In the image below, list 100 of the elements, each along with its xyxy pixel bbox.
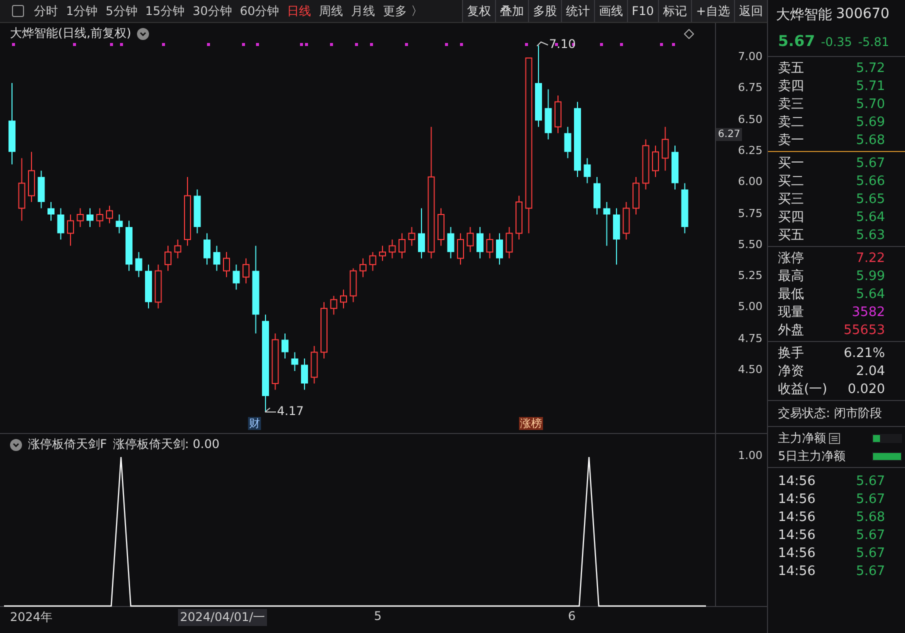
trade-time: 14:56 bbox=[778, 546, 816, 560]
candlestick bbox=[310, 345, 318, 384]
order-price: 5.68 bbox=[856, 132, 885, 148]
toolbar-button[interactable]: 多股 bbox=[528, 0, 561, 22]
candlestick bbox=[126, 220, 132, 272]
toolbar-button[interactable]: 标记 bbox=[658, 0, 691, 22]
period-tab[interactable]: 30分钟 bbox=[188, 1, 236, 21]
stat-value: 5.64 bbox=[856, 286, 885, 302]
candlestick bbox=[564, 126, 572, 159]
candlestick bbox=[116, 214, 123, 234]
period-tab[interactable]: 1分钟 bbox=[62, 1, 102, 21]
toolbar-button[interactable]: 画线 bbox=[594, 0, 627, 22]
candlestick bbox=[594, 176, 600, 215]
period-tab[interactable]: 60分钟 bbox=[236, 1, 284, 21]
candlestick bbox=[164, 245, 172, 272]
order-level-label: 卖一 bbox=[778, 132, 804, 149]
period-tab[interactable]: 分时 bbox=[30, 1, 62, 21]
period-tab[interactable]: 周线 bbox=[315, 1, 348, 21]
candlestick bbox=[388, 239, 396, 259]
last-price: 5.67 bbox=[778, 32, 816, 50]
toolbar-button[interactable]: 叠加 bbox=[494, 0, 528, 22]
candlestick bbox=[642, 138, 650, 190]
dropdown-icon[interactable] bbox=[137, 28, 150, 40]
percent-change: -5.81 bbox=[858, 35, 890, 49]
stat-value: 5.99 bbox=[856, 268, 885, 284]
candlestick bbox=[330, 295, 338, 316]
trade-time: 14:56 bbox=[778, 474, 816, 488]
chart-title: 大烨智能(日线,前复权) bbox=[10, 25, 132, 42]
stat-label: 涨停 bbox=[778, 250, 804, 267]
candlestick bbox=[96, 208, 104, 228]
order-level-label: 卖三 bbox=[778, 96, 804, 113]
order-price: 5.66 bbox=[856, 174, 885, 188]
event-marker[interactable]: 财 bbox=[248, 417, 261, 430]
price-tick: 4.75 bbox=[738, 332, 762, 345]
price-tick: 5.75 bbox=[738, 206, 762, 220]
stat-label: 最低 bbox=[778, 286, 804, 303]
order-level-label: 买二 bbox=[778, 173, 804, 190]
candlestick bbox=[554, 95, 562, 134]
period-tab[interactable]: 15分钟 bbox=[141, 1, 189, 21]
trade-price: 5.68 bbox=[856, 510, 885, 524]
order-price: 5.69 bbox=[856, 114, 885, 130]
trade-price: 5.67 bbox=[856, 546, 885, 560]
toolbar-button[interactable]: 复权 bbox=[462, 0, 495, 22]
diamond-icon[interactable] bbox=[684, 29, 694, 39]
candlestick bbox=[57, 208, 64, 240]
trade-price: 5.67 bbox=[856, 564, 885, 578]
candlestick bbox=[418, 208, 425, 259]
candlestick bbox=[438, 208, 444, 246]
stat-label: 收益(一) bbox=[778, 381, 828, 398]
date-label: 6 bbox=[567, 609, 577, 623]
toolbar-button[interactable]: +自选 bbox=[690, 0, 734, 22]
stat-value: 55653 bbox=[844, 322, 885, 338]
candlestick bbox=[544, 88, 552, 140]
stat-value: 2.04 bbox=[856, 364, 885, 378]
low-price-label: 4.17 bbox=[277, 404, 304, 418]
stat-label: 换手 bbox=[778, 345, 804, 362]
candlestick bbox=[301, 358, 308, 390]
candlestick bbox=[613, 208, 620, 266]
event-marker[interactable]: 涨榜 bbox=[519, 417, 543, 430]
candlestick bbox=[652, 145, 659, 178]
price-tick: 6.50 bbox=[738, 112, 762, 126]
price-tick: 6.00 bbox=[738, 175, 762, 188]
stock-name: 大烨智能 bbox=[776, 6, 832, 24]
candlestick bbox=[447, 226, 454, 259]
period-tab[interactable]: 月线 bbox=[347, 1, 380, 21]
candlestick bbox=[408, 226, 416, 246]
candlestick bbox=[213, 245, 220, 272]
candlestick bbox=[174, 239, 182, 259]
price-tick: 6.25 bbox=[738, 144, 762, 157]
candlestick bbox=[466, 226, 474, 253]
stat-value: 0.020 bbox=[848, 382, 885, 396]
candlestick bbox=[516, 195, 522, 240]
toolbar-button[interactable]: F10 bbox=[626, 0, 658, 22]
list-icon[interactable] bbox=[829, 432, 840, 444]
candlestick bbox=[350, 268, 357, 303]
toolbar-button[interactable]: 返回 bbox=[734, 0, 767, 22]
period-tab[interactable]: 5分钟 bbox=[102, 1, 142, 21]
candlestick bbox=[135, 252, 142, 278]
candlestick bbox=[282, 332, 288, 359]
candlestick bbox=[242, 258, 250, 284]
candlestick bbox=[86, 208, 94, 228]
panel-toggle-icon[interactable] bbox=[12, 5, 24, 17]
candlestick bbox=[681, 182, 688, 234]
order-price: 5.63 bbox=[856, 228, 885, 242]
high-price-label: 7.10 bbox=[549, 37, 576, 51]
price-tick: 5.00 bbox=[738, 300, 762, 314]
price-tick: 7.00 bbox=[738, 50, 762, 63]
period-tab[interactable]: 更多 〉 bbox=[379, 1, 427, 21]
date-label: 2024年 bbox=[9, 609, 54, 626]
dropdown-icon[interactable] bbox=[10, 438, 22, 450]
period-tab[interactable]: 日线 bbox=[283, 1, 316, 21]
trade-time: 14:56 bbox=[778, 492, 816, 506]
stat-label: 净资 bbox=[778, 363, 804, 380]
order-price: 5.65 bbox=[856, 192, 885, 206]
candlestick bbox=[106, 205, 113, 224]
candlestick bbox=[672, 145, 678, 190]
stat-value: 6.21% bbox=[844, 346, 885, 360]
toolbar-button[interactable]: 统计 bbox=[560, 0, 594, 22]
candlestick bbox=[320, 302, 328, 359]
candlestick bbox=[360, 258, 366, 278]
